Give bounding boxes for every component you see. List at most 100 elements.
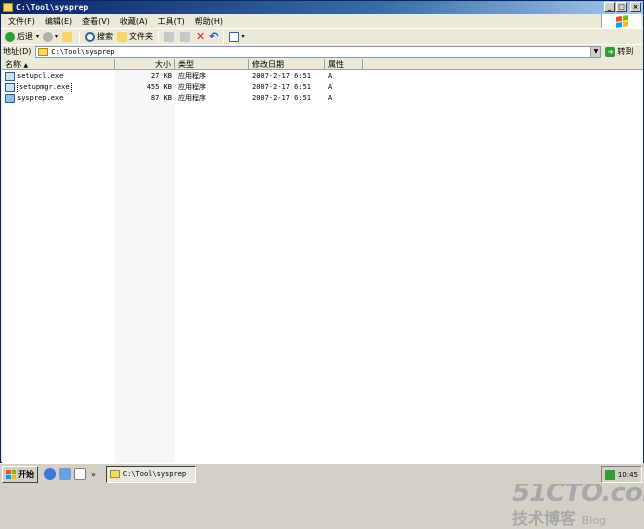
title-bar[interactable]: C:\Tool\sysprep _ □ × [1,1,643,14]
column-header-row: 名称 ▲ 大小 类型 修改日期 属性 [2,59,643,70]
file-modified: 2007-2-17 6:51 [252,83,312,91]
toolbar-divider [158,30,160,43]
move-icon [164,31,175,42]
explorer-icon[interactable] [59,468,71,480]
back-label: 后退 [17,32,33,41]
file-attributes: A [328,72,333,80]
folders-button[interactable]: 文件夹 [115,30,155,44]
toolbar: 后退 ▾ ▾ 搜索 文件夹 ✕ ↶ ▾ [1,28,643,44]
folders-label: 文件夹 [129,32,154,41]
taskbar: 开始 » C:\Tool\sysprep 10:45 [0,463,644,484]
delete-icon: ✕ [196,30,206,43]
address-input[interactable]: C:\Tool\sysprep ▼ [35,45,602,58]
watermark-blog: Blog [581,514,606,527]
menu-file[interactable]: 文件(F) [3,16,40,27]
watermark-tagline: 技术博客 [512,509,577,528]
exe-icon [5,94,15,103]
address-label: 地址(D) [3,47,32,56]
copy-icon [180,31,191,42]
file-type: 应用程序 [178,83,206,91]
file-row[interactable]: setupmgr.exe 455 KB 应用程序 2007-2-17 6:51 … [2,82,363,93]
windows-flag-icon [6,469,16,479]
watermark: 51CTO.com 技术博客 Blog [512,479,644,529]
file-list[interactable]: 名称 ▲ 大小 类型 修改日期 属性 setupcl.exe 27 KB 应用程… [2,59,644,527]
folder-icon [3,3,13,12]
column-header-modified[interactable]: 修改日期 [249,59,325,70]
menu-bar: 文件(F) 编辑(E) 查看(V) 收藏(A) 工具(T) 帮助(H) [1,14,601,28]
exe-icon [5,83,15,92]
exe-icon [5,72,15,81]
file-type: 应用程序 [178,94,206,102]
menu-view[interactable]: 查看(V) [77,16,115,27]
search-icon [85,31,96,42]
undo-button[interactable]: ↶ [207,30,220,44]
windows-logo [601,14,641,28]
views-icon [229,31,240,42]
address-value: C:\Tool\sysprep [51,47,115,56]
file-row[interactable]: sysprep.exe 87 KB 应用程序 2007-2-17 6:51 A [2,93,363,104]
close-button[interactable]: × [630,2,641,12]
menu-help[interactable]: 帮助(H) [190,16,228,27]
go-label: 转到 [617,47,634,56]
internet-explorer-icon[interactable] [44,468,56,480]
maximize-button[interactable]: □ [616,2,627,12]
menu-edit[interactable]: 编辑(E) [40,16,77,27]
toolbar-divider [79,30,81,43]
start-button[interactable]: 开始 [2,465,38,483]
copy-to-button[interactable] [178,30,194,44]
sort-ascending-icon: ▲ [23,62,29,69]
file-attributes: A [328,94,333,102]
folders-icon [117,31,128,42]
go-button[interactable]: ➔ 转到 [605,46,633,57]
file-modified: 2007-2-17 6:51 [252,72,312,80]
tray-app-icon[interactable] [604,469,615,480]
window-title: C:\Tool\sysprep [16,3,89,12]
file-type: 应用程序 [178,72,206,80]
menu-favorites[interactable]: 收藏(A) [115,16,153,27]
up-folder-icon [62,31,73,42]
up-button[interactable] [60,30,76,44]
delete-button[interactable]: ✕ [194,30,207,44]
file-size: 87 KB [150,94,172,102]
sorted-column-highlight [115,70,175,463]
address-dropdown-icon[interactable]: ▼ [590,46,601,57]
quick-launch: » [44,468,96,480]
minimize-button[interactable]: _ [604,2,615,12]
system-tray: 10:45 [600,466,642,483]
folder-icon [109,470,120,478]
column-header-attributes[interactable]: 属性 [325,59,363,70]
toolbar-divider [223,30,225,43]
file-size: 455 KB [146,83,172,91]
back-button[interactable]: 后退 ▾ [3,30,41,44]
back-arrow-icon [5,31,15,42]
file-name: sysprep.exe [17,94,64,102]
go-arrow-icon: ➔ [605,46,616,57]
forward-arrow-icon [43,31,54,42]
undo-icon: ↶ [209,30,219,43]
search-button[interactable]: 搜索 [83,30,115,44]
file-row[interactable]: setupcl.exe 27 KB 应用程序 2007-2-17 6:51 A [2,71,363,82]
folder-icon [38,47,49,56]
column-header-type[interactable]: 类型 [175,59,249,70]
search-label: 搜索 [97,32,114,41]
file-size: 27 KB [150,72,172,80]
column-header-size[interactable]: 大小 [115,59,175,70]
menu-tools[interactable]: 工具(T) [153,16,190,27]
move-to-button[interactable] [162,30,178,44]
windows-flag-icon [615,14,628,28]
quick-launch-more[interactable]: » [91,470,96,479]
file-name: setupcl.exe [17,72,64,80]
clock[interactable]: 10:45 [618,471,638,479]
explorer-window: C:\Tool\sysprep _ □ × 文件(F) 编辑(E) 查看(V) … [0,0,644,527]
file-name: setupmgr.exe [17,82,72,93]
address-bar: 地址(D) C:\Tool\sysprep ▼ ➔ 转到 [1,44,643,58]
column-header-name[interactable]: 名称 ▲ [2,59,115,70]
file-modified: 2007-2-17 6:51 [252,94,312,102]
forward-button[interactable]: ▾ [41,30,60,44]
taskbar-window-title: C:\Tool\sysprep [122,470,187,478]
views-button[interactable]: ▾ [227,30,246,44]
start-label: 开始 [18,469,34,479]
taskbar-window-button[interactable]: C:\Tool\sysprep [105,465,196,483]
vmware-icon[interactable] [74,468,86,480]
file-attributes: A [328,83,333,91]
